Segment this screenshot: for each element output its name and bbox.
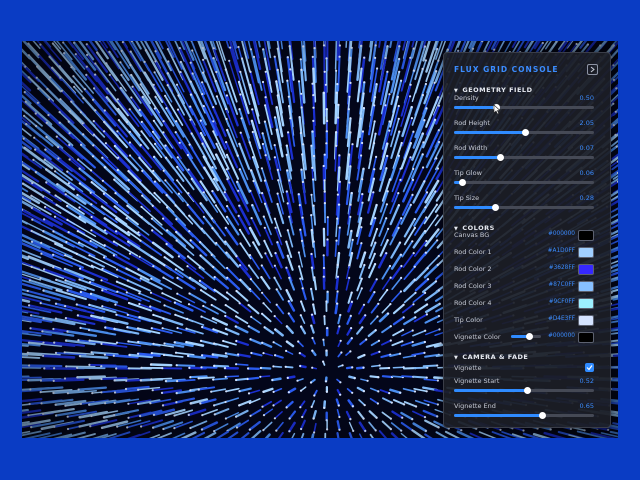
slider-knob[interactable] bbox=[539, 412, 547, 419]
tip-color-hex[interactable]: #D4E3FF bbox=[548, 316, 575, 322]
slider-fill bbox=[454, 131, 526, 134]
rod-width-slider[interactable] bbox=[454, 154, 594, 161]
slider-knob[interactable] bbox=[459, 179, 467, 186]
panel-header: FLUX GRID CONSOLE bbox=[444, 53, 610, 86]
tip-size-label: Tip Size bbox=[454, 194, 480, 202]
control-panel: FLUX GRID CONSOLE ▼ GEOMETRY FIELD Densit… bbox=[443, 52, 611, 428]
slider-knob[interactable] bbox=[491, 204, 499, 211]
slider-fill bbox=[454, 414, 543, 417]
section-camera-fade[interactable]: ▼ CAMERA & FADE bbox=[454, 353, 528, 361]
tip-size-slider[interactable] bbox=[454, 204, 594, 211]
vignette-start-label: Vignette Start bbox=[454, 377, 500, 385]
section-geometry-field[interactable]: ▼ GEOMETRY FIELD bbox=[454, 86, 532, 94]
rod-color-3-label: Rod Color 3 bbox=[454, 282, 492, 290]
rod-color-4-swatch[interactable] bbox=[578, 298, 594, 309]
slider-knob[interactable] bbox=[523, 387, 531, 394]
canvas-bg-hex[interactable]: #000000 bbox=[548, 231, 575, 237]
canvas-bg-swatch[interactable] bbox=[578, 230, 594, 241]
rod-color-2-hex[interactable]: #3628FF bbox=[549, 265, 575, 271]
rod-color-4-label: Rod Color 4 bbox=[454, 299, 492, 307]
slider-fill bbox=[454, 206, 495, 209]
canvas-bg-label: Canvas BG bbox=[454, 231, 490, 239]
vignette-end-label: Vignette End bbox=[454, 402, 496, 410]
vignette-end-slider[interactable] bbox=[454, 412, 594, 419]
rod-height-value[interactable]: 2.05 bbox=[580, 119, 594, 127]
tip-size-value[interactable]: 0.28 bbox=[580, 194, 594, 202]
rod-height-slider[interactable] bbox=[454, 129, 594, 136]
slider-fill bbox=[454, 389, 527, 392]
tip-glow-label: Tip Glow bbox=[454, 169, 482, 177]
vignette-start-slider[interactable] bbox=[454, 387, 594, 394]
slider-fill bbox=[454, 106, 496, 109]
section-caret-icon: ▼ bbox=[454, 355, 459, 361]
slider-knob[interactable] bbox=[526, 333, 533, 340]
vignette-checkbox[interactable] bbox=[585, 363, 594, 372]
vignette-color-slider[interactable] bbox=[511, 333, 541, 340]
rod-color-3-swatch[interactable] bbox=[578, 281, 594, 292]
rod-color-1-hex[interactable]: #A1D0FF bbox=[548, 248, 575, 254]
tip-glow-value[interactable]: 0.06 bbox=[580, 169, 594, 177]
vignette-color-swatch[interactable] bbox=[578, 332, 594, 343]
vignette-color-label: Vignette Color bbox=[454, 333, 501, 341]
rod-width-value[interactable]: 0.07 bbox=[580, 144, 594, 152]
mouse-cursor-icon bbox=[493, 104, 501, 115]
vignette-start-value[interactable]: 0.52 bbox=[580, 377, 594, 385]
rod-color-1-swatch[interactable] bbox=[578, 247, 594, 258]
collapse-button[interactable] bbox=[587, 64, 598, 75]
tip-color-swatch[interactable] bbox=[578, 315, 594, 326]
rod-color-2-swatch[interactable] bbox=[578, 264, 594, 275]
collapse-arrow-icon bbox=[590, 66, 595, 73]
rod-color-1-label: Rod Color 1 bbox=[454, 248, 492, 256]
vignette-color-hex: #000000 bbox=[548, 333, 575, 339]
density-label: Density bbox=[454, 94, 479, 102]
rod-width-label: Rod Width bbox=[454, 144, 488, 152]
slider-knob[interactable] bbox=[522, 129, 530, 136]
vignette-label: Vignette bbox=[454, 364, 482, 372]
rod-height-label: Rod Height bbox=[454, 119, 490, 127]
section-title: CAMERA & FADE bbox=[462, 353, 529, 361]
rod-color-2-label: Rod Color 2 bbox=[454, 265, 492, 273]
tip-color-label: Tip Color bbox=[454, 316, 483, 324]
rod-color-3-hex[interactable]: #87C0FF bbox=[548, 282, 575, 288]
panel-title: FLUX GRID CONSOLE bbox=[454, 65, 559, 74]
rod-color-4-hex[interactable]: #9CF0FF bbox=[549, 299, 575, 305]
vignette-end-value[interactable]: 0.65 bbox=[580, 402, 594, 410]
section-title: GEOMETRY FIELD bbox=[462, 86, 533, 94]
density-slider[interactable] bbox=[454, 104, 594, 111]
tip-glow-slider[interactable] bbox=[454, 179, 594, 186]
slider-fill bbox=[454, 156, 501, 159]
slider-knob[interactable] bbox=[497, 154, 505, 161]
checkmark-icon bbox=[586, 365, 593, 371]
density-value[interactable]: 0.50 bbox=[580, 94, 594, 102]
